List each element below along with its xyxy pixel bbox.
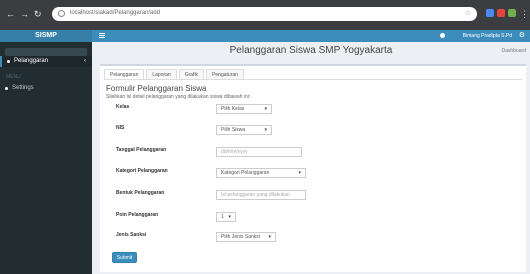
extension-icon[interactable] [486, 9, 494, 17]
tab-pelanggaran[interactable]: Pelanggaran [104, 69, 145, 79]
chevron-down-icon: ▾ [298, 170, 301, 176]
kelas-select[interactable]: Pilih Kelas ▾ [216, 104, 272, 114]
select-value: 1 [221, 214, 224, 220]
submit-button[interactable]: Submit [112, 252, 137, 263]
sidebar-header: MENU [6, 74, 21, 80]
url-text[interactable]: localhost/siakad/Pelanggaran/add [70, 10, 160, 16]
divider [104, 79, 522, 80]
field-label: NIS [116, 125, 125, 131]
tab-pengaturan[interactable]: Pengaturan [206, 69, 244, 79]
chevron-down-icon: ▾ [264, 106, 267, 112]
user-name[interactable]: Bintang Pradipta S.Pd [463, 32, 512, 40]
form-title: Formulir Pelanggaran Siswa [106, 84, 207, 93]
sidebar-item-label: Settings [12, 85, 34, 91]
kategori-select[interactable]: Kategori Pelanggaran ▾ [216, 168, 306, 178]
sanksi-select[interactable]: Pilih Jenis Sanksi ▾ [216, 232, 276, 242]
sidebar-item-label: Pelanggaran [14, 58, 49, 64]
sidebar-item-pelanggaran[interactable]: Pelanggaran ‹ [0, 56, 92, 67]
form-box: Pelanggaran Laporan Grafik Pengaturan Fo… [100, 64, 526, 272]
field-label: Jenis Sanksi [116, 232, 147, 238]
hamburger-icon[interactable] [99, 33, 105, 39]
chevron-down-icon: ▾ [268, 234, 271, 240]
info-icon[interactable] [58, 10, 65, 17]
field-label: Kategori Pelanggaran [116, 168, 168, 174]
tab-bar: Pelanggaran Laporan Grafik Pengaturan [104, 69, 244, 79]
nis-select[interactable]: Pilih Siswa ▾ [216, 125, 272, 135]
select-value: Pilih Siswa [221, 127, 246, 133]
top-navbar: Bintang Pradipta S.Pd ⚙ [92, 30, 530, 42]
gear-icon[interactable]: ⚙ [519, 31, 525, 39]
field-label: Poin Pelanggaran [116, 212, 159, 218]
chevron-left-icon: ‹ [84, 58, 86, 64]
breadcrumb[interactable]: Dashboard [502, 48, 526, 54]
circle-icon [7, 60, 10, 63]
extension-icon[interactable] [497, 9, 505, 17]
sidebar-item-settings[interactable]: Settings [0, 83, 92, 94]
gear-icon [5, 87, 8, 90]
app-brand[interactable]: SISMP [0, 30, 92, 42]
user-icon[interactable] [440, 33, 445, 38]
forward-icon[interactable]: → [20, 9, 29, 19]
tab-laporan[interactable]: Laporan [146, 69, 177, 79]
field-label: Bentuk Pelanggaran [116, 190, 165, 196]
address-bar[interactable]: localhost/siakad/Pelanggaran/add ☆ [52, 7, 477, 21]
select-value: Kategori Pelanggaran [221, 170, 270, 176]
bentuk-input[interactable]: Isi pelanggaran yang dilakukan [216, 190, 306, 200]
sidebar: SISMP Pelanggaran ‹ MENU Settings [0, 30, 92, 274]
select-value: Pilih Kelas [221, 106, 245, 112]
menu-icon[interactable]: ⋮ [520, 9, 529, 19]
field-label: Tanggal Pelanggaran [116, 147, 167, 153]
input-placeholder: Isi pelanggaran yang dilakukan [221, 192, 290, 198]
input-placeholder: dd/mm/yyyy [221, 149, 248, 155]
field-label: Kelas [116, 104, 130, 110]
page-title: Pelanggaran Siswa SMP Yogyakarta [229, 45, 393, 56]
back-icon[interactable]: ← [6, 9, 15, 19]
tanggal-input[interactable]: dd/mm/yyyy [216, 147, 302, 157]
tab-grafik[interactable]: Grafik [178, 69, 205, 79]
reload-icon[interactable]: ↻ [34, 9, 42, 19]
chevron-down-icon: ▾ [228, 214, 231, 220]
chevron-down-icon: ▾ [264, 127, 267, 133]
browser-toolbar: ← → ↻ localhost/siakad/Pelanggaran/add ☆… [0, 0, 530, 30]
extension-icon[interactable] [508, 9, 516, 17]
poin-select[interactable]: 1 ▾ [216, 212, 236, 222]
sidebar-search[interactable] [5, 48, 87, 56]
main-content: Pelanggaran Siswa SMP Yogyakarta Dashboa… [92, 42, 530, 274]
star-icon[interactable]: ☆ [465, 9, 471, 17]
form-subtitle: Silahkan isi detail pelanggaran yang dil… [106, 94, 251, 100]
select-value: Pilih Jenis Sanksi [221, 234, 260, 240]
